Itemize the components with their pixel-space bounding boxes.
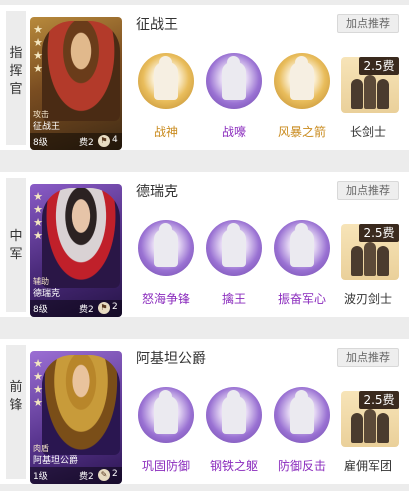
hero-portrait [42,21,120,121]
badge-count: 4 [112,135,118,145]
hero-name: 阿基坦公爵 [136,351,206,367]
hero-card-name: 德瑞克 [33,289,61,299]
troop-cost: 2.5费 [359,57,399,75]
hero-row-commander: 指挥官 ★ ★ ★ ★ 攻击 征战王 8级 费2 ⚑ 4 征战王 加点推荐 战神… [0,5,409,150]
hero-cost: 费2 [79,472,94,482]
skill-label: 振奋军心 [277,292,326,306]
recommend-button[interactable]: 加点推荐 [337,348,399,367]
star-icon: ★ [33,229,43,242]
star-icon: ★ [33,357,43,370]
hero-level: 8级 [33,305,48,315]
iron-body-icon[interactable] [206,387,262,443]
card-footer: 1级 费2 ✎ 2 [30,467,122,484]
star-icon: ★ [33,190,43,203]
banner-icon: ⚑ [98,302,110,314]
star-icon: ★ [33,203,43,216]
troop-name: 长剑士 [349,125,386,139]
troop-soldiers-icon [349,405,391,443]
counter-icon[interactable] [274,387,330,443]
troop-soldiers-icon [349,71,391,109]
skill-label: 擒王 [221,292,246,306]
hero-card[interactable]: ★ ★ ★ ★ 肉盾 阿基坦公爵 1级 费2 ✎ 2 [30,351,122,484]
hero-card[interactable]: ★ ★ ★ ★ 辅助 德瑞克 8级 费2 ⚑ 2 [30,184,122,317]
storm-arrow-icon[interactable] [274,53,330,109]
skill-label: 防御反击 [277,459,326,473]
skill-label: 怒海争锋 [141,292,190,306]
hero-level: 8级 [33,138,48,148]
hero-name: 征战王 [136,17,178,33]
rally-icon[interactable] [274,220,330,276]
role-label: 中军 [9,229,23,262]
role-label: 指挥官 [9,46,23,97]
star-icon: ★ [33,36,43,49]
star-icon: ★ [33,49,43,62]
troop-cost: 2.5费 [359,224,399,242]
star-rating: ★ ★ ★ ★ [32,190,44,242]
skill-label: 战嚎 [221,125,246,139]
capture-king-icon[interactable] [206,220,262,276]
troop-name: 雇佣军团 [343,459,392,473]
hero-portrait [42,355,120,455]
skill-label: 战神 [153,125,178,139]
star-icon: ★ [33,23,43,36]
skill-label: 钢铁之躯 [209,459,258,473]
fortify-icon[interactable] [138,387,194,443]
banner-icon: ⚑ [98,135,110,147]
warrior-icon[interactable] [138,53,194,109]
card-footer: 8级 费2 ⚑ 4 [30,133,122,150]
hero-cost: 费2 [79,305,94,315]
feather-icon: ✎ [98,469,110,481]
hero-level: 1级 [33,472,48,482]
star-icon: ★ [33,396,43,409]
role-label: 前锋 [9,380,23,413]
star-icon: ★ [33,216,43,229]
star-rating: ★ ★ ★ ★ [32,357,44,409]
war-cry-icon[interactable] [206,53,262,109]
hero-card[interactable]: ★ ★ ★ ★ 攻击 征战王 8级 费2 ⚑ 4 [30,17,122,150]
hero-card-name: 征战王 [33,122,61,132]
troop-soldiers-icon [349,238,391,276]
troop-cost: 2.5费 [359,391,399,409]
sea-fury-icon[interactable] [138,220,194,276]
skill-label: 巩固防御 [141,459,190,473]
star-icon: ★ [33,383,43,396]
troop-name: 波刃剑士 [343,292,392,306]
recommend-button[interactable]: 加点推荐 [337,181,399,200]
star-icon: ★ [33,62,43,75]
skill-label: 风暴之箭 [277,125,326,139]
recommend-button[interactable]: 加点推荐 [337,14,399,33]
badge-count: 2 [112,469,118,479]
hero-name: 德瑞克 [136,184,178,200]
star-rating: ★ ★ ★ ★ [32,23,44,75]
hero-cost: 费2 [79,138,94,148]
hero-card-name: 阿基坦公爵 [33,456,79,466]
badge-count: 2 [112,302,118,312]
hero-portrait [42,188,120,288]
star-icon: ★ [33,370,43,383]
card-footer: 8级 费2 ⚑ 2 [30,300,122,317]
hero-row-center: 中军 ★ ★ ★ ★ 辅助 德瑞克 8级 费2 ⚑ 2 德瑞克 加点推荐 怒海争… [0,172,409,317]
hero-row-vanguard: 前锋 ★ ★ ★ ★ 肉盾 阿基坦公爵 1级 费2 ✎ 2 阿基坦公爵 加点推荐… [0,339,409,484]
